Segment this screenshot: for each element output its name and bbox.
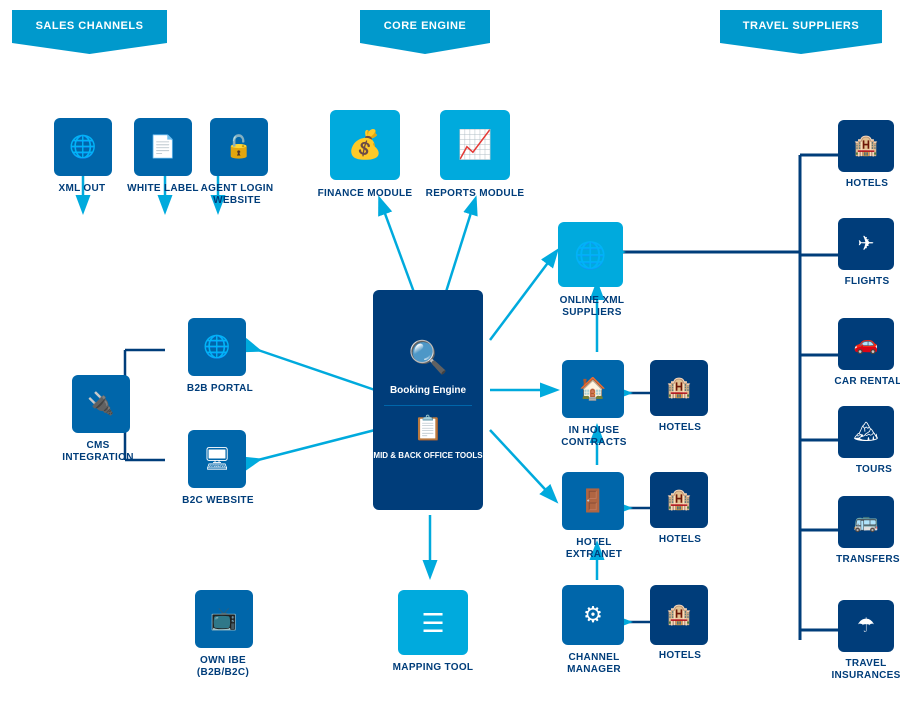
hotels-mid3-label: HOTELS: [644, 650, 716, 662]
finance-module-label: FINANCE MODULE: [312, 188, 418, 200]
online-xml-box: 🌐: [558, 222, 623, 287]
mid-back-office-icon: 📋: [413, 414, 443, 443]
tours-icon: 🏔: [853, 422, 878, 442]
hotel-extranet-box: 🚪: [562, 472, 624, 530]
hotel-extranet-icon: 🚪: [579, 490, 606, 512]
xml-out-label: XML OUT: [42, 183, 122, 195]
finance-icon: 💰: [348, 131, 383, 159]
travel-insurance-icon: ☂: [857, 616, 875, 636]
channel-manager-box: ⚙: [562, 585, 624, 645]
agent-login-icon: 🔓: [225, 136, 252, 158]
reports-module-box: 📈: [440, 110, 510, 180]
agent-login-label: AGENT LOGINWEBSITE: [196, 183, 278, 207]
hotels-mid3-box: 🏨: [650, 585, 708, 645]
flights-icon: ✈: [858, 234, 875, 254]
hotels-label: HOTELS: [836, 178, 898, 190]
channel-manager-label: CHANNELMANAGER: [546, 652, 642, 676]
transfers-box: 🚌: [838, 496, 894, 548]
booking-engine-label: Booking Engine: [390, 384, 466, 397]
white-label-box: 📄: [134, 118, 192, 176]
mapping-tool-label: MAPPING TOOL: [384, 662, 482, 674]
travel-insurances-box: ☂: [838, 600, 894, 652]
cms-icon: 🔌: [87, 393, 114, 415]
flights-box: ✈: [838, 218, 894, 270]
transfers-label: TRANSFERS: [836, 554, 900, 566]
tours-label: TOURS: [845, 464, 900, 476]
flights-label: FLIGHTS: [836, 276, 898, 288]
diagram: SALES CHANNELS CORE ENGINE TRAVEL SUPPLI…: [0, 0, 900, 727]
car-rental-icon: 🚗: [854, 334, 879, 354]
hotels-mid2-label: HOTELS: [644, 534, 716, 546]
reports-module-label: REPORTS MODULE: [422, 188, 528, 200]
in-house-label: IN HOUSECONTRACTS: [546, 425, 642, 449]
booking-engine-box: 🔍 Booking Engine 📋 MID & BACK OFFICE TOO…: [373, 290, 483, 510]
b2b-portal-icon: 🌐: [203, 336, 230, 358]
own-ibe-icon: 📺: [210, 608, 237, 630]
white-label-icon: 📄: [149, 136, 176, 158]
agent-login-box: 🔓: [210, 118, 268, 176]
mid-back-office-label: MID & BACK OFFICE TOOLS: [373, 451, 482, 461]
sales-channels-banner: SALES CHANNELS: [12, 10, 167, 54]
b2c-website-label: B2C WEBSITE: [178, 495, 258, 507]
hotels-supplier-box: 🏨: [838, 120, 894, 172]
b2b-portal-label: B2B PORTAL: [180, 383, 260, 395]
hotel-extranet-label: HOTELEXTRANET: [546, 537, 642, 561]
in-house-icon: 🏠: [579, 378, 606, 400]
hotels-mid3-icon: 🏨: [667, 605, 692, 625]
travel-suppliers-banner: TRAVEL SUPPLIERS: [720, 10, 882, 54]
cms-integration-box: 🔌: [72, 375, 130, 433]
core-engine-banner: CORE ENGINE: [360, 10, 490, 54]
transfers-icon: 🚌: [854, 512, 879, 532]
booking-engine-icon: 🔍: [408, 338, 448, 376]
online-xml-label: ONLINE XMLSUPPLIERS: [542, 295, 642, 319]
hotels-mid1-label: HOTELS: [644, 422, 716, 434]
reports-icon: 📈: [458, 131, 493, 159]
finance-module-box: 💰: [330, 110, 400, 180]
xml-out-box: 🌐: [54, 118, 112, 176]
car-rental-box: 🚗: [838, 318, 894, 370]
cms-integration-label: CMSINTEGRATION: [56, 440, 140, 464]
hotels-mid2-icon: 🏨: [667, 490, 692, 510]
own-ibe-box: 📺: [195, 590, 253, 648]
b2b-portal-box: 🌐: [188, 318, 246, 376]
white-label-label: WHITE LABEL: [122, 183, 204, 195]
channel-manager-icon: ⚙: [583, 604, 603, 626]
tours-box: 🏔: [838, 406, 894, 458]
hotels-mid2-box: 🏨: [650, 472, 708, 528]
online-xml-icon: 🌐: [574, 242, 606, 268]
own-ibe-label: OWN IBE(B2B/B2C): [178, 655, 268, 679]
hotels-mid1-box: 🏨: [650, 360, 708, 416]
mapping-icon: ☰: [421, 610, 444, 636]
hotels-mid1-icon: 🏨: [667, 378, 692, 398]
car-rental-label: CAR RENTAL: [832, 376, 900, 388]
b2c-website-icon: 🖥: [203, 448, 231, 470]
mapping-tool-box: ☰: [398, 590, 468, 655]
hotels-icon: 🏨: [854, 136, 879, 156]
travel-insurances-label: TRAVELINSURANCES: [828, 658, 900, 682]
in-house-box: 🏠: [562, 360, 624, 418]
b2c-website-box: 🖥: [188, 430, 246, 488]
xml-out-icon: 🌐: [69, 136, 96, 158]
